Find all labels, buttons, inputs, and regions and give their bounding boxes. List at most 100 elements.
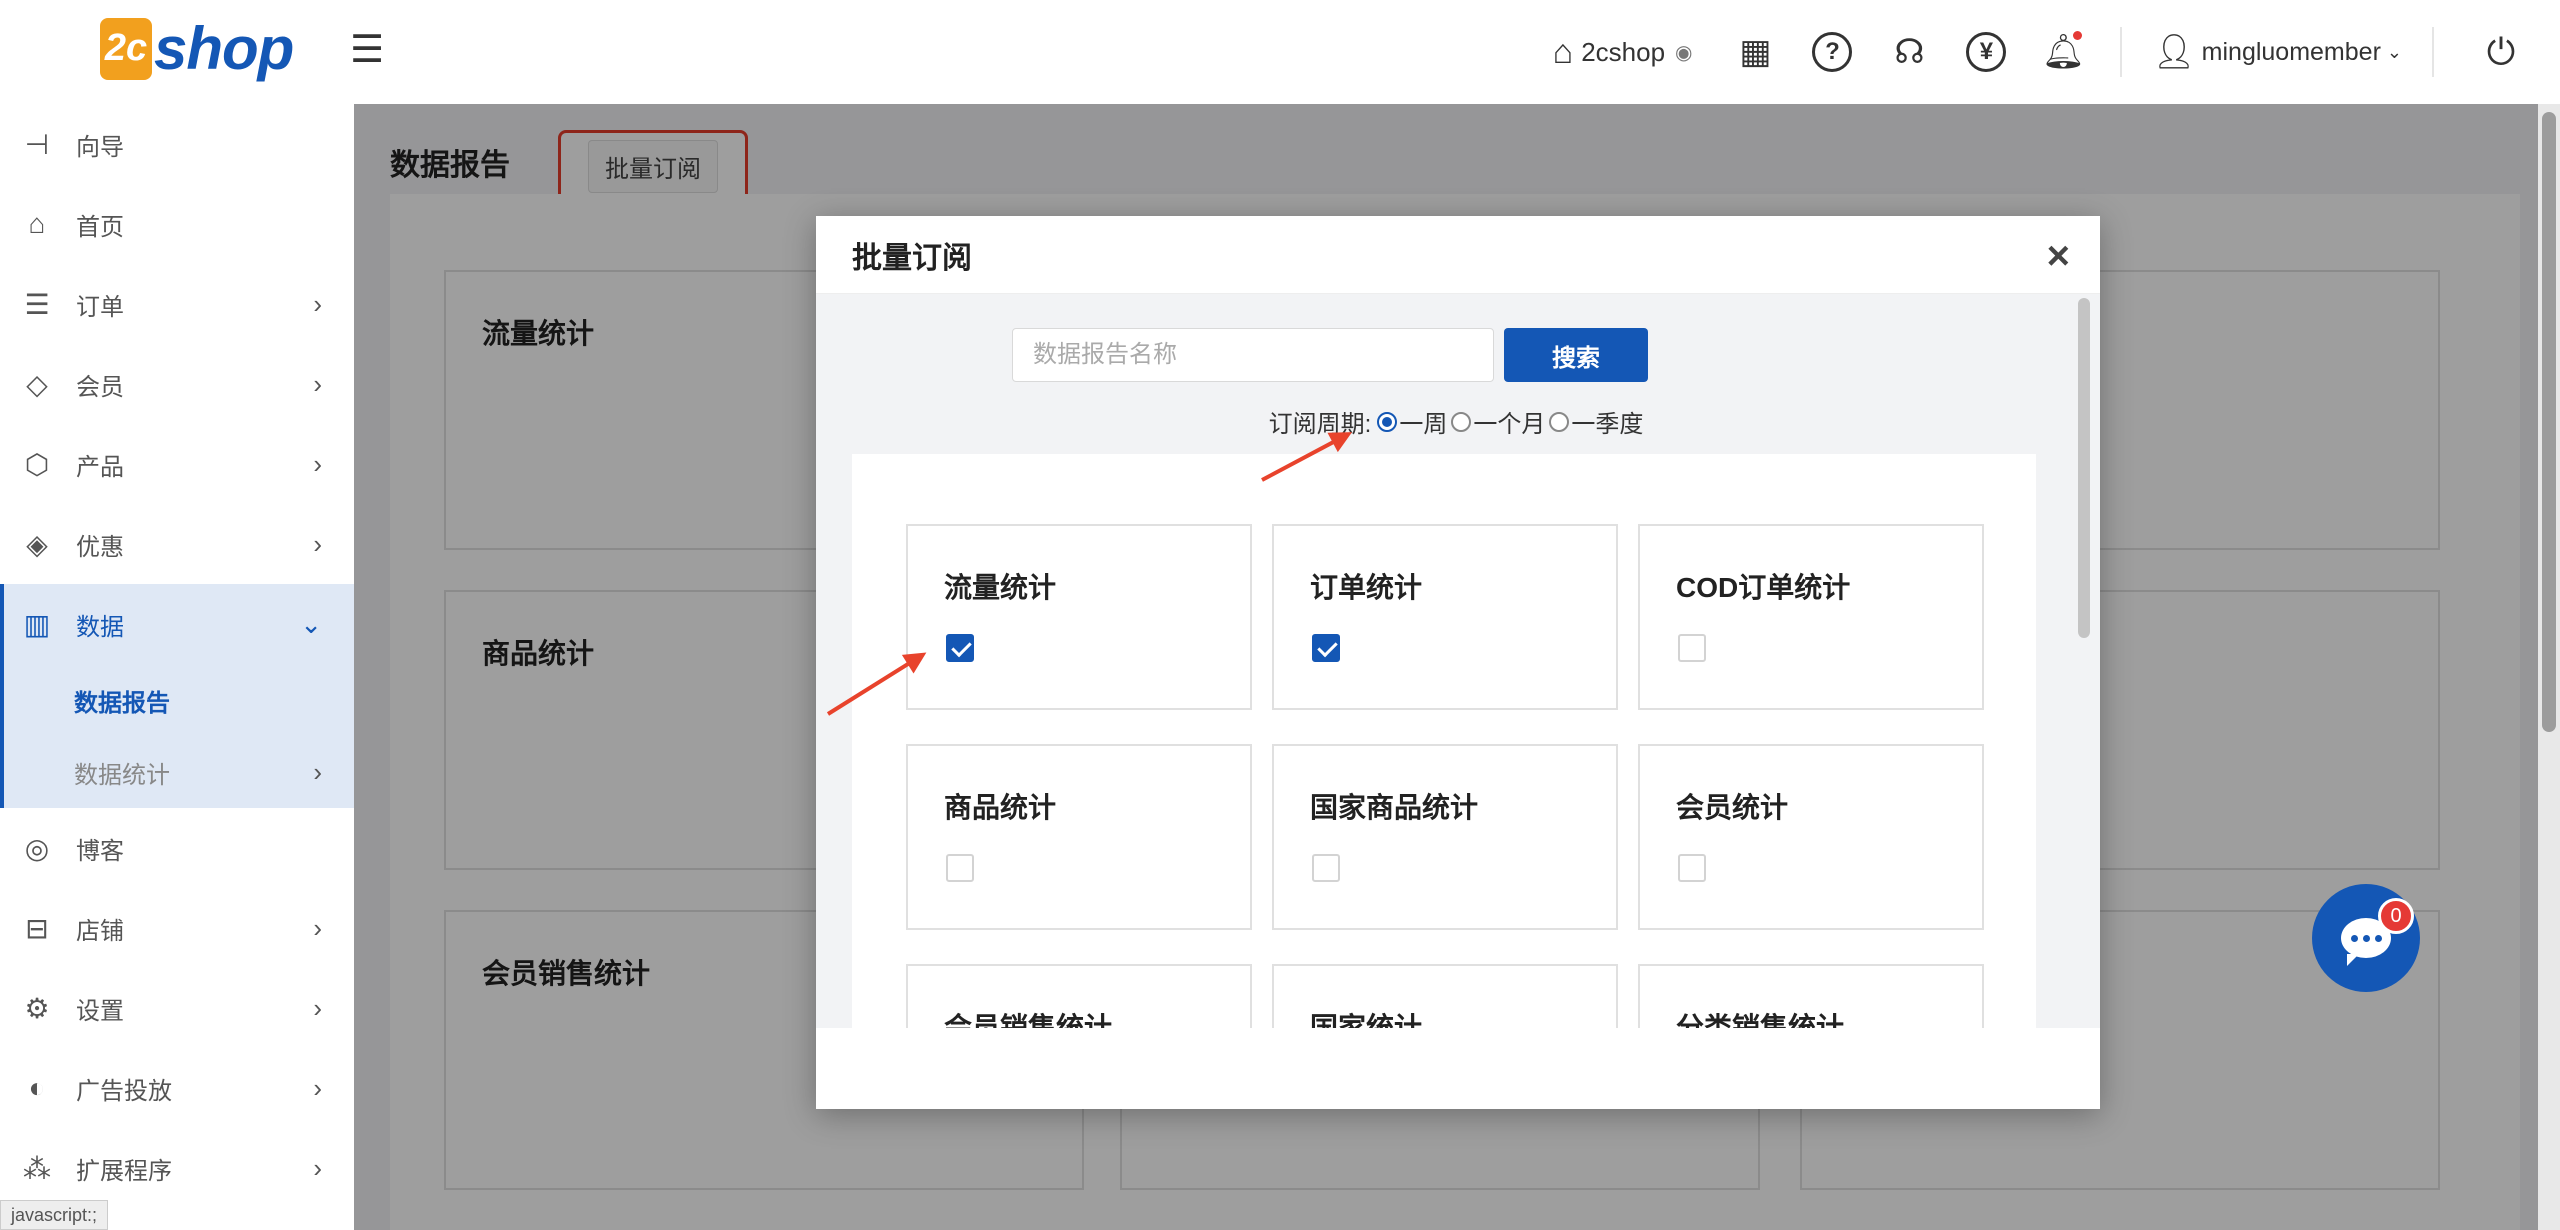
user-icon: 👤︎ (2152, 33, 2196, 71)
box-icon: ⬡ (24, 448, 50, 480)
sidebar-item-label: 优惠 (76, 533, 124, 561)
search-row: 搜索 (1012, 328, 1648, 382)
period-option-label: 一季度 (1571, 411, 1644, 438)
chevron-right-icon: › (313, 992, 322, 1023)
chevron-right-icon: › (313, 448, 322, 479)
sidebar-item-settings[interactable]: ⚙ 设置 › (0, 968, 354, 1048)
report-option-checkbox[interactable] (946, 634, 974, 662)
sidebar-item-orders[interactable]: ☰ 订单 › (0, 264, 354, 344)
period-radio-month[interactable]: 一个月 (1451, 404, 1545, 439)
report-option-checkbox[interactable] (1312, 634, 1340, 662)
sidebar-item-data[interactable]: ▥ 数据 ⌄ (0, 584, 354, 664)
period-label: 订阅周期: (1268, 411, 1372, 438)
chevron-right-icon: › (313, 1072, 322, 1103)
tag-icon: ◈ (26, 528, 48, 560)
sidebar-submenu-data: 数据报告 数据统计 › (0, 664, 354, 808)
sidebar-item-advertising[interactable]: ◐ 广告投放 › (0, 1048, 354, 1128)
sidebar-subitem-data-statistics[interactable]: 数据统计 › (0, 736, 354, 808)
header-toolbar: ⌂ 2cshop ◉ ▦ ? ☊ ¥ 🔔︎ 👤︎ mingluomember ⌄… (1553, 0, 2560, 104)
dialog-body: 搜索 订阅周期: 一周 一个月 一季度 流量统计 订单统计 COD订单统计 商品… (816, 294, 2100, 1028)
headset-icon[interactable]: ☊ (1886, 29, 1932, 75)
report-option-title: 商品统计 (944, 792, 1057, 823)
power-icon[interactable]: ⏻ (2478, 29, 2524, 75)
bell-icon[interactable]: 🔔︎ (2040, 29, 2086, 75)
report-option-title: 国家商品统计 (1310, 792, 1479, 823)
report-option-title: 会员统计 (1676, 792, 1789, 823)
sidebar-item-label: 会员 (76, 373, 124, 401)
chat-button[interactable]: 0 (2312, 884, 2420, 992)
report-option-title: 会员销售统计 (944, 1012, 1113, 1028)
report-option-card: COD订单统计 (1638, 524, 1984, 710)
browser-status-bar: javascript:; (0, 1200, 109, 1230)
report-option-checkbox[interactable] (1312, 854, 1340, 882)
bulk-subscribe-dialog: 批量订阅 × 搜索 订阅周期: 一周 一个月 一季度 流量统计 订单统计 COD… (816, 216, 2100, 1109)
header-divider (2432, 27, 2434, 77)
sidebar-item-home[interactable]: ⌂ 首页 (0, 184, 354, 264)
dialog-title: 批量订阅 (852, 241, 972, 275)
radio-dot (1451, 411, 1472, 432)
logo[interactable]: 2c shop (100, 14, 294, 83)
gear-icon: ⚙ (24, 992, 50, 1024)
sidebar-item-guide[interactable]: ⊣ 向导 (0, 104, 354, 184)
sidebar-item-label: 店铺 (76, 917, 124, 945)
report-option-card: 国家商品统计 (1272, 744, 1618, 930)
chevron-right-icon: › (313, 1152, 322, 1183)
home-icon: ⌂ (28, 208, 46, 239)
eye-icon[interactable]: ◉ (1675, 40, 1692, 65)
sidebar-subitem-label: 数据报告 (74, 689, 170, 717)
sidebar-item-members[interactable]: ◇ 会员 › (0, 344, 354, 424)
report-option-title: 订单统计 (1310, 572, 1423, 603)
currency-icon[interactable]: ¥ (1966, 32, 2007, 72)
period-option-label: 一周 (1399, 411, 1448, 438)
period-radio-quarter[interactable]: 一季度 (1549, 404, 1643, 439)
store-switcher[interactable]: ⌂ 2cshop ◉ (1553, 33, 1693, 72)
store-icon: ⊟ (25, 912, 49, 944)
sidebar-item-label: 扩展程序 (76, 1157, 172, 1185)
report-name-search-input[interactable] (1012, 328, 1494, 382)
sidebar-item-extensions[interactable]: ⁂ 扩展程序 › (0, 1128, 354, 1208)
report-option-checkbox[interactable] (946, 854, 974, 882)
sidebar-item-blog[interactable]: ◎ 博客 (0, 808, 354, 888)
qrcode-icon[interactable]: ▦ (1732, 29, 1778, 75)
sidebar: ⊣ 向导 ⌂ 首页 ☰ 订单 › ◇ 会员 › ⬡ 产品 › ◈ 优惠 › ▥ 数据 ⌄ 数据报告 数据… (0, 104, 354, 1230)
sidebar-item-label: 数据 (76, 613, 124, 641)
user-menu[interactable]: 👤︎ mingluomember ⌄ (2152, 32, 2402, 72)
report-option-card: 流量统计 (906, 524, 1252, 710)
sidebar-item-promotions[interactable]: ◈ 优惠 › (0, 504, 354, 584)
dialog-footer (816, 1028, 2100, 1109)
dialog-scrollbar-thumb[interactable] (2078, 298, 2090, 638)
report-option-title: 国家统计 (1310, 1012, 1423, 1028)
report-option-title: 流量统计 (944, 572, 1057, 603)
report-option-title: 分类销售统计 (1676, 1012, 1845, 1028)
report-option-checkbox[interactable] (1678, 634, 1706, 662)
header-divider (2120, 27, 2123, 77)
chevron-down-icon: ⌄ (2386, 41, 2402, 62)
report-option-card: 会员统计 (1638, 744, 1984, 930)
chat-unread-badge: 0 (2378, 898, 2414, 934)
dialog-header: 批量订阅 × (816, 216, 2100, 294)
logo-mark: 2c (100, 17, 152, 80)
report-option-checkbox[interactable] (1678, 854, 1706, 882)
close-icon[interactable]: × (2047, 234, 2070, 279)
logo-text: shop (154, 15, 294, 82)
report-option-card: 分类销售统计 (1638, 964, 1984, 1028)
top-header: 2c shop ☰ ⌂ 2cshop ◉ ▦ ? ☊ ¥ 🔔︎ 👤︎ mingl… (0, 0, 2560, 104)
help-icon[interactable]: ? (1812, 32, 1853, 72)
chevron-right-icon: › (313, 288, 322, 319)
chevron-down-icon: ⌄ (300, 608, 322, 639)
sidebar-item-products[interactable]: ⬡ 产品 › (0, 424, 354, 504)
sidebar-subitem-label: 数据统计 (74, 761, 170, 789)
storefront-icon: ⌂ (1552, 32, 1574, 71)
menu-toggle-icon[interactable]: ☰ (350, 30, 390, 70)
radio-dot (1549, 411, 1570, 432)
sidebar-item-label: 设置 (76, 997, 124, 1025)
period-radio-week[interactable]: 一周 (1377, 404, 1447, 439)
sidebar-item-store[interactable]: ⊟ 店铺 › (0, 888, 354, 968)
blog-icon: ◎ (24, 832, 50, 864)
subscription-period: 订阅周期: 一周 一个月 一季度 (816, 404, 2100, 439)
page-scrollbar-thumb[interactable] (2542, 112, 2556, 732)
chevron-right-icon: › (313, 756, 322, 787)
search-button[interactable]: 搜索 (1504, 328, 1648, 382)
sidebar-subitem-data-report[interactable]: 数据报告 (0, 664, 354, 736)
sidebar-item-label: 产品 (76, 453, 124, 481)
